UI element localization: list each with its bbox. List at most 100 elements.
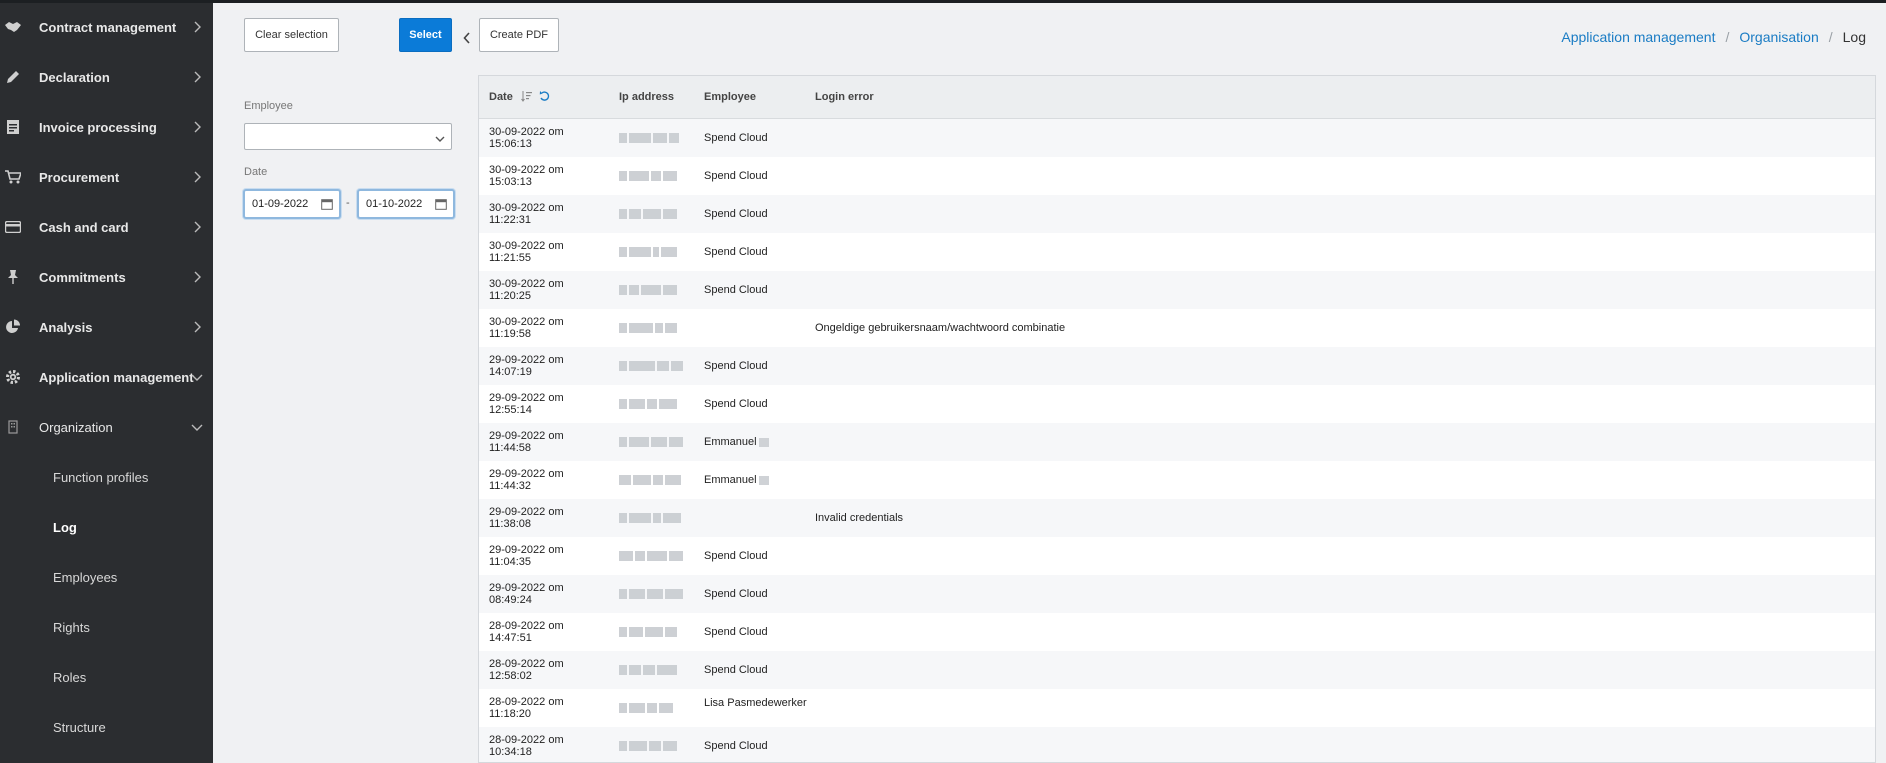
date-cell-day: 29-09-2022 om (489, 468, 564, 480)
breadcrumb: Application management / Organisation / … (1561, 29, 1866, 45)
sidebar-item-declaration[interactable]: Declaration (0, 57, 213, 97)
sidebar-subitem-log[interactable]: Log (0, 507, 213, 547)
date-cell: 29-09-2022 om 14:07:19 (489, 354, 609, 378)
table-row[interactable]: 29-09-2022 om 11:44:32 Emmanuel (479, 461, 1875, 499)
date-cell-day: 28-09-2022 om (489, 620, 564, 632)
table-row[interactable]: 30-09-2022 om 15:03:13 Spend Cloud (479, 157, 1875, 195)
employee-cell: Spend Cloud (704, 208, 814, 220)
sidebar-subitem-structure[interactable]: Structure (0, 707, 213, 747)
table-row[interactable]: 29-09-2022 om 08:49:24 Spend Cloud (479, 575, 1875, 613)
sidebar-item-invoice-processing[interactable]: Invoice processing (0, 107, 213, 147)
date-cell-time: 11:22:31 (489, 214, 532, 226)
table-row[interactable]: 29-09-2022 om 14:07:19 Spend Cloud (479, 347, 1875, 385)
date-cell-day: 29-09-2022 om (489, 354, 564, 366)
sidebar-item-analysis[interactable]: Analysis (0, 307, 213, 347)
ip-address-redacted (619, 399, 677, 409)
date-cell: 29-09-2022 om 11:04:35 (489, 544, 609, 568)
date-cell-day: 29-09-2022 om (489, 582, 564, 594)
table-row[interactable]: 30-09-2022 om 11:22:31 Spend Cloud (479, 195, 1875, 233)
date-sort-controls (521, 90, 550, 105)
column-header-date[interactable]: Date (489, 91, 513, 103)
date-cell-time: 12:58:02 (489, 670, 532, 682)
table-row[interactable]: 29-09-2022 om 11:04:35 Spend Cloud (479, 537, 1875, 575)
login-error-cell: Ongeldige gebruikersnaam/wachtwoord comb… (815, 322, 1066, 334)
table-row[interactable]: 29-09-2022 om 11:38:08 Invalid credentials (479, 499, 1875, 537)
employee-name: Spend Cloud (704, 208, 768, 220)
employee-cell: Spend Cloud (704, 550, 814, 562)
date-cell-time: 14:07:19 (489, 366, 532, 378)
date-cell-day: 30-09-2022 om (489, 202, 564, 214)
table-row[interactable]: 29-09-2022 om 12:55:14 Spend Cloud (479, 385, 1875, 423)
table-row[interactable]: 30-09-2022 om 11:20:25 Spend Cloud (479, 271, 1875, 309)
card-icon (4, 218, 22, 236)
date-cell-day: 28-09-2022 om (489, 734, 564, 746)
sidebar-item-organization[interactable]: Organization (0, 407, 213, 447)
sidebar-item-commitments[interactable]: Commitments (0, 257, 213, 297)
sidebar-item-label: Commitments (39, 269, 126, 285)
employee-cell: Emmanuel (704, 474, 814, 486)
pencil-icon (4, 68, 22, 86)
create-pdf-button[interactable]: Create PDF (479, 18, 559, 52)
employee-name: Spend Cloud (704, 360, 768, 372)
sidebar-subitem-roles[interactable]: Roles (0, 657, 213, 697)
redacted-surname (758, 437, 769, 447)
sidebar-item-application-management[interactable]: Application management (0, 357, 213, 397)
column-header-login-error[interactable]: Login error (815, 91, 874, 103)
breadcrumb-separator: / (1725, 29, 1730, 45)
date-cell-day: 28-09-2022 om (489, 658, 564, 670)
select-button[interactable]: Select (399, 18, 452, 52)
sidebar-subitem-employees[interactable]: Employees (0, 557, 213, 597)
date-cell-day: 29-09-2022 om (489, 430, 564, 442)
date-cell: 28-09-2022 om 11:18:20 (489, 696, 609, 720)
date-cell-day: 28-09-2022 om (489, 696, 564, 708)
ip-address-redacted (619, 589, 683, 599)
ip-address-redacted (619, 361, 683, 371)
date-cell-time: 11:18:20 (489, 708, 532, 720)
date-to-input[interactable]: 01-10-2022 (357, 189, 455, 219)
date-cell: 29-09-2022 om 11:44:58 (489, 430, 609, 454)
table-row[interactable]: 30-09-2022 om 15:06:13 Spend Cloud (479, 119, 1875, 157)
sidebar-subitem-function-profiles[interactable]: Function profiles (0, 457, 213, 497)
building-icon (4, 418, 22, 436)
breadcrumb-link-application-management[interactable]: Application management (1561, 29, 1715, 45)
employee-select[interactable] (244, 123, 452, 150)
sidebar-item-label: Procurement (39, 169, 120, 185)
sidebar-subitem-rights[interactable]: Rights (0, 607, 213, 647)
date-cell: 29-09-2022 om 12:55:14 (489, 392, 609, 416)
chevron-left-icon[interactable] (461, 31, 473, 45)
table-header: Date Ip address Employee Login error (479, 76, 1875, 119)
reset-sort-icon[interactable] (539, 90, 550, 105)
ip-address-redacted (619, 475, 681, 485)
breadcrumb-link-organisation[interactable]: Organisation (1739, 29, 1818, 45)
date-cell-time: 11:44:58 (489, 442, 532, 454)
table-row[interactable]: 28-09-2022 om 10:34:18 Spend Cloud (479, 727, 1875, 762)
ip-address-redacted (619, 247, 677, 257)
column-header-ip-address[interactable]: Ip address (619, 91, 674, 103)
employee-name: Spend Cloud (704, 664, 768, 676)
employee-name: Spend Cloud (704, 588, 768, 600)
table-row[interactable]: 28-09-2022 om 12:58:02 Spend Cloud (479, 651, 1875, 689)
table-row[interactable]: 28-09-2022 om 11:18:20 Lisa Pasmedewerker (479, 689, 1875, 727)
sidebar-item-cash-and-card[interactable]: Cash and card (0, 207, 213, 247)
sidebar-item-label: Contract management (39, 19, 177, 35)
sort-descending-icon[interactable] (521, 90, 533, 105)
date-cell: 29-09-2022 om 11:38:08 (489, 506, 609, 530)
date-cell-time: 08:49:24 (489, 594, 532, 606)
calendar-icon[interactable] (321, 198, 333, 210)
column-header-employee[interactable]: Employee (704, 91, 756, 103)
date-from-input[interactable]: 01-09-2022 (243, 189, 341, 219)
table-row[interactable]: 29-09-2022 om 11:44:58 Emmanuel (479, 423, 1875, 461)
table-row[interactable]: 30-09-2022 om 11:21:55 Spend Cloud (479, 233, 1875, 271)
clear-selection-button[interactable]: Clear selection (244, 18, 339, 52)
sidebar-item-procurement[interactable]: Procurement (0, 157, 213, 197)
employee-cell: Lisa Pasmedewerker (704, 697, 814, 709)
chevron-right-icon (191, 21, 203, 33)
sidebar-item-contract-management[interactable]: Contract management (0, 7, 213, 47)
table-row[interactable]: 30-09-2022 om 11:19:58 Ongeldige gebruiker… (479, 309, 1875, 347)
table-row[interactable]: 28-09-2022 om 14:47:51 Spend Cloud (479, 613, 1875, 651)
sidebar-subitem-label: Log (53, 519, 77, 535)
date-cell-time: 10:34:18 (489, 746, 532, 758)
employee-cell: Spend Cloud (704, 284, 814, 296)
calendar-icon[interactable] (435, 198, 447, 210)
employee-cell: Spend Cloud (704, 626, 814, 638)
